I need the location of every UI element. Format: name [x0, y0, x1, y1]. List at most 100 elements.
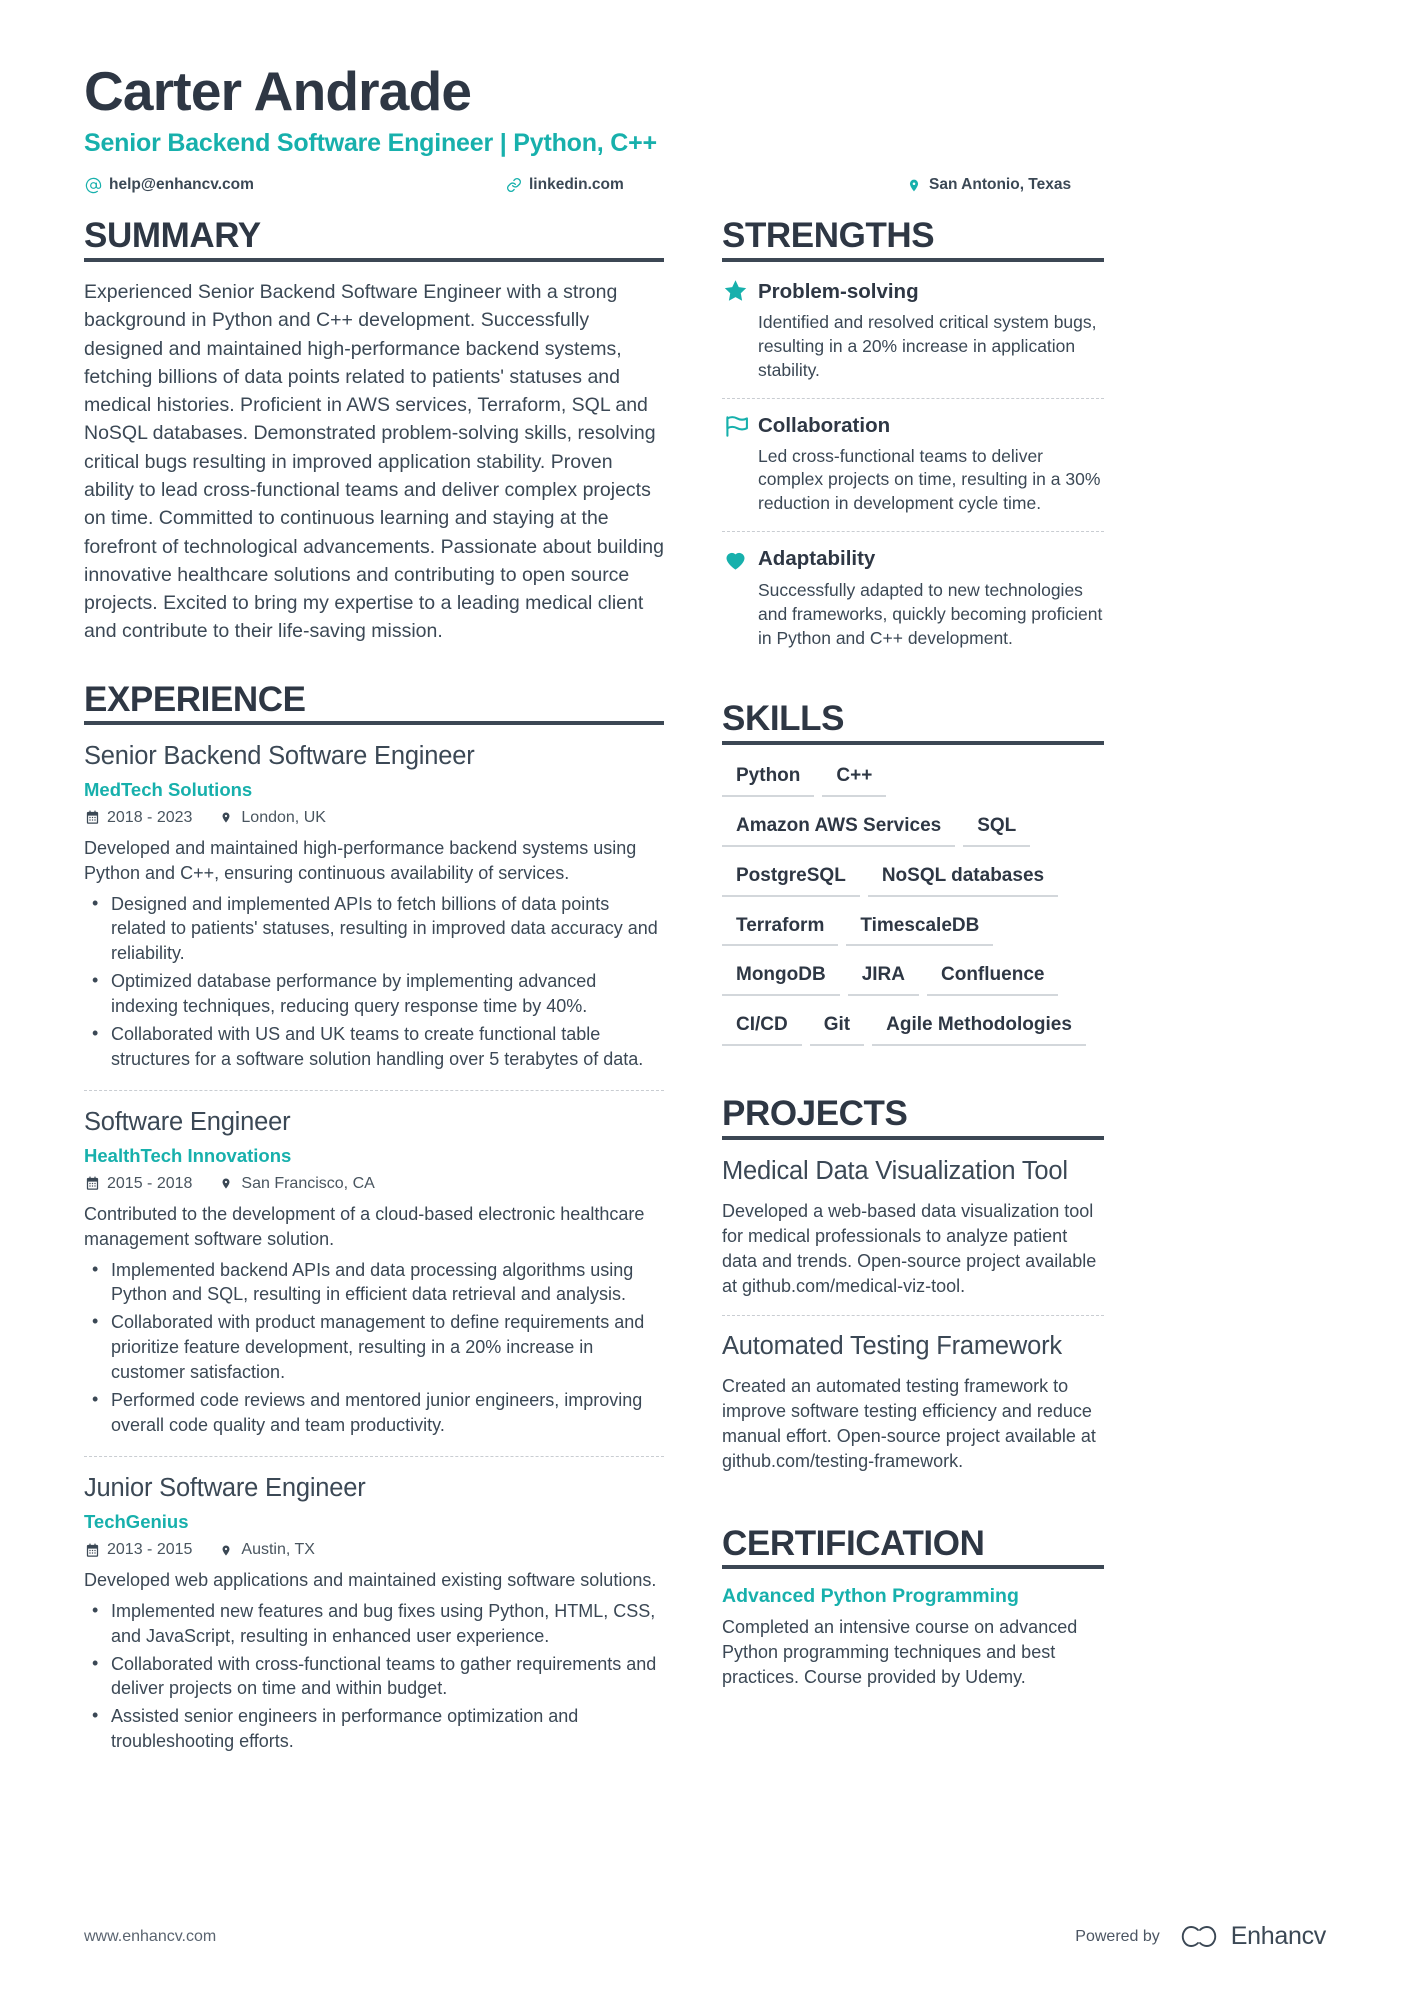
job-dates-text: 2013 - 2015: [107, 1541, 193, 1559]
project-description: Developed a web-based data visualization…: [722, 1201, 1097, 1296]
skill-tag: MongoDB: [722, 960, 840, 997]
star-icon: [722, 278, 758, 305]
strength-name: Adaptability: [758, 547, 876, 571]
job-location: Austin, TX: [218, 1541, 315, 1559]
contact-email[interactable]: help@enhancv.com: [84, 176, 504, 194]
skill-tag: SQL: [963, 811, 1031, 847]
skill-tag: CI/CD: [722, 1010, 802, 1047]
job-dates: 2015 - 2018: [84, 1175, 192, 1193]
summary-heading: SUMMARY: [84, 218, 664, 263]
contact-link[interactable]: linkedin.com: [504, 176, 904, 194]
job-description: Developed web applications and maintaine…: [84, 1570, 657, 1591]
project-item: Automated Testing Framework Created an a…: [722, 1314, 1104, 1490]
strength-name: Collaboration: [758, 413, 891, 437]
contact-email-text: help@enhancv.com: [109, 176, 254, 194]
strength-item: Collaboration Led cross-functional teams…: [722, 397, 1104, 531]
job-description: Contributed to the development of a clou…: [84, 1203, 645, 1249]
job-title: Junior Software Engineer: [84, 1474, 366, 1503]
footer-url[interactable]: www.enhancv.com: [84, 1928, 216, 1946]
footer-brand: Powered by Enhancv: [1075, 1922, 1326, 1951]
candidate-title: Senior Backend Software Engineer | Pytho…: [84, 129, 657, 158]
skill-tag: C++: [822, 761, 887, 797]
skill-tag: TimescaleDB: [846, 911, 994, 947]
job-dates: 2018 - 2023: [84, 809, 192, 827]
job-bullet: Assisted senior engineers in performance…: [84, 1703, 664, 1754]
resume-page: Carter Andrade Senior Backend Software E…: [0, 0, 1410, 1995]
strength-description: Identified and resolved critical system …: [758, 312, 1097, 380]
project-title: Automated Testing Framework: [722, 1331, 1062, 1360]
job-description: Developed and maintained high-performanc…: [84, 837, 637, 883]
skill-tag: Terraform: [722, 911, 839, 947]
job-company: MedTech Solutions: [84, 778, 253, 800]
job-bullets: Implemented new features and bug fixes u…: [84, 1598, 664, 1754]
at-icon: [84, 177, 103, 194]
project-title: Medical Data Visualization Tool: [722, 1156, 1068, 1185]
job-meta: 2015 - 2018 San Francisco, CA: [84, 1175, 664, 1193]
projects-heading: PROJECTS: [722, 1095, 1104, 1140]
skill-tag: NoSQL databases: [867, 861, 1059, 897]
section-experience: EXPERIENCE Senior Backend Software Engin…: [84, 681, 664, 1773]
job-bullet: Designed and implemented APIs to fetch b…: [84, 891, 664, 966]
job-title: Senior Backend Software Engineer: [84, 742, 475, 771]
job-dates-text: 2015 - 2018: [107, 1174, 193, 1192]
resume-body: SUMMARY Experienced Senior Backend Softw…: [84, 218, 1326, 1772]
strength-item: Problem-solving Identified and resolved …: [722, 278, 1104, 397]
job-bullet: Collaborated with cross-functional teams…: [84, 1651, 664, 1702]
enhancv-logo-icon: [1176, 1924, 1222, 1950]
column-gap: [664, 218, 722, 1772]
link-icon: [504, 177, 523, 193]
strength-name: Problem-solving: [758, 279, 919, 303]
job-bullets: Implemented backend APIs and data proces…: [84, 1257, 664, 1438]
job-bullet: Implemented backend APIs and data proces…: [84, 1257, 664, 1308]
certification-heading: CERTIFICATION: [722, 1525, 1104, 1570]
job-location-text: Austin, TX: [241, 1541, 315, 1559]
section-certification: CERTIFICATION Advanced Python Programmin…: [722, 1525, 1104, 1690]
job-bullet: Collaborated with US and UK teams to cre…: [84, 1021, 664, 1072]
candidate-name: Carter Andrade: [84, 60, 472, 122]
job-dates: 2013 - 2015: [84, 1541, 192, 1559]
experience-heading: EXPERIENCE: [84, 681, 664, 726]
job-bullets: Designed and implemented APIs to fetch b…: [84, 891, 664, 1072]
strength-item: Adaptability Successfully adapted to new…: [722, 530, 1104, 665]
strength-header: Problem-solving: [722, 278, 1104, 305]
location-pin-icon: [218, 1176, 234, 1191]
resume-header: Carter Andrade Senior Backend Software E…: [84, 60, 1326, 194]
skills-heading: SKILLS: [722, 701, 1104, 746]
job-location: London, UK: [218, 809, 326, 827]
skill-tag: Git: [809, 1010, 865, 1047]
job-location-text: San Francisco, CA: [241, 1174, 375, 1192]
skill-tag: JIRA: [847, 960, 919, 997]
job-bullet: Performed code reviews and mentored juni…: [84, 1387, 664, 1438]
section-summary: SUMMARY Experienced Senior Backend Softw…: [84, 218, 664, 645]
strength-description: Successfully adapted to new technologies…: [758, 579, 1103, 648]
project-item: Medical Data Visualization Tool Develope…: [722, 1156, 1104, 1315]
strength-header: Collaboration: [722, 413, 1104, 439]
contact-location: San Antonio, Texas: [904, 176, 1071, 194]
powered-by-label: Powered by: [1075, 1927, 1160, 1945]
project-description: Created an automated testing framework t…: [722, 1376, 1096, 1471]
location-pin-icon: [904, 177, 923, 194]
heart-icon: [722, 546, 758, 573]
strengths-heading: STRENGTHS: [722, 218, 1104, 263]
calendar-icon: [84, 810, 100, 825]
section-projects: PROJECTS Medical Data Visualization Tool…: [722, 1095, 1104, 1490]
job-dates-text: 2018 - 2023: [107, 808, 193, 826]
job-location: San Francisco, CA: [218, 1174, 375, 1193]
right-column: STRENGTHS Problem-solving Identified and…: [722, 218, 1104, 1772]
calendar-icon: [84, 1543, 100, 1558]
job-meta: 2013 - 2015 Austin, TX: [84, 1541, 664, 1559]
job-company: TechGenius: [84, 1511, 189, 1533]
skills-list: Python C++ Amazon AWS Services SQL Postg…: [722, 761, 1104, 1060]
job-title: Software Engineer: [84, 1108, 291, 1137]
resume-footer: www.enhancv.com Powered by Enhancv: [84, 1922, 1326, 1951]
job-company: HealthTech Innovations: [84, 1144, 292, 1166]
job-meta: 2018 - 2023 London, UK: [84, 809, 664, 827]
summary-text: Experienced Senior Backend Software Engi…: [84, 281, 664, 643]
job-bullet: Collaborated with product management to …: [84, 1309, 664, 1384]
strength-header: Adaptability: [722, 546, 1104, 573]
contact-location-text: San Antonio, Texas: [929, 176, 1072, 194]
experience-item: Software Engineer HealthTech Innovations…: [84, 1090, 664, 1456]
job-bullet: Optimized database performance by implem…: [84, 968, 664, 1019]
skill-tag: Amazon AWS Services: [722, 811, 956, 847]
skill-tag: PostgreSQL: [722, 861, 860, 897]
